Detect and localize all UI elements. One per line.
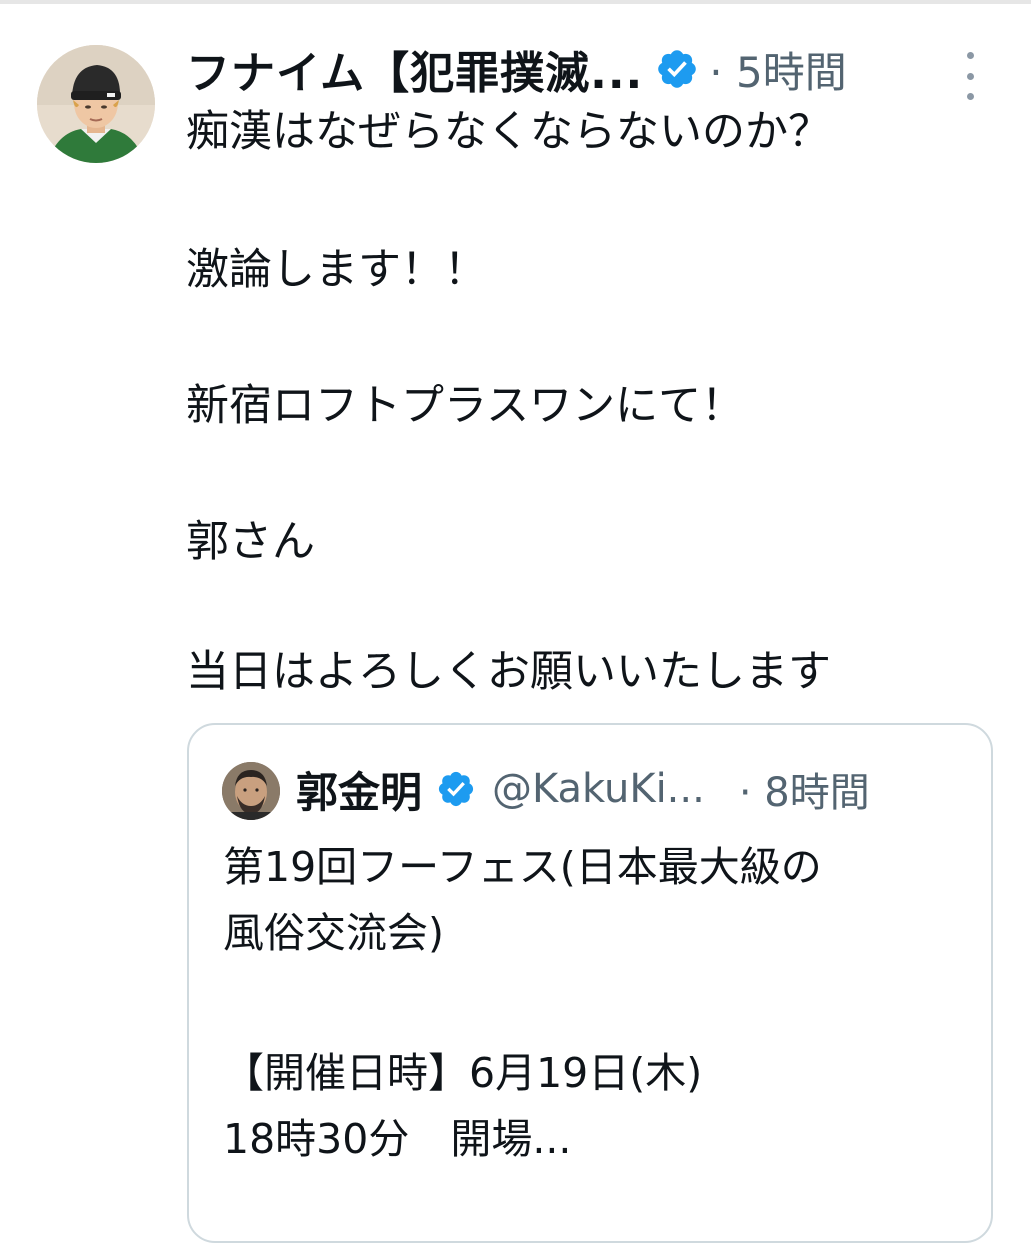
quoted-avatar-image <box>222 762 280 820</box>
quoted-author-avatar[interactable] <box>222 762 280 820</box>
top-divider <box>0 0 1031 4</box>
more-dot <box>966 52 974 59</box>
author-avatar-image <box>37 45 155 163</box>
tweet-text-line: 新宿ロフトプラスワンにて！ <box>186 381 745 431</box>
quoted-tweet-timestamp[interactable]: · 8時間 <box>739 760 870 818</box>
author-display-name[interactable]: フナイム【犯罪撲滅... <box>186 37 643 101</box>
verified-badge-icon <box>655 47 699 91</box>
tweet-text-line: 激論します！！ <box>186 245 487 295</box>
quoted-author-handle[interactable]: @KakuKi... <box>492 766 705 812</box>
more-dot <box>966 72 974 80</box>
quoted-author-display-name[interactable]: 郭金明 <box>296 759 422 820</box>
quoted-tweet-header: 郭金明 @KakuKi... · 8時間 <box>296 759 870 819</box>
quoted-tweet-card[interactable]: 郭金明 @KakuKi... · 8時間 第19回フーフェス(日本最大級の 風俗… <box>187 723 993 1243</box>
tweet-text-line: 痴漢はなぜらなくならないのか？ <box>186 107 831 157</box>
author-avatar[interactable] <box>37 45 155 163</box>
more-dot <box>966 93 974 100</box>
tweet-header: フナイム【犯罪撲滅... · 5時間 <box>186 38 847 100</box>
tweet-text-line: 郭さん <box>186 517 315 567</box>
tweet-timestamp[interactable]: · 5時間 <box>709 39 846 100</box>
quoted-tweet-text-line: 第19回フーフェス(日本最大級の <box>223 843 822 891</box>
quoted-tweet-text-line: 18時30分 開場... <box>223 1115 572 1163</box>
quoted-tweet-text-line: 【開催日時】6月19日(木) <box>223 1049 703 1097</box>
quoted-tweet-text-line: 風俗交流会) <box>223 909 444 957</box>
more-options-icon[interactable] <box>958 52 982 100</box>
verified-badge-icon <box>436 769 476 809</box>
tweet-text-line: 当日はよろしくお願いいたします <box>186 647 831 697</box>
